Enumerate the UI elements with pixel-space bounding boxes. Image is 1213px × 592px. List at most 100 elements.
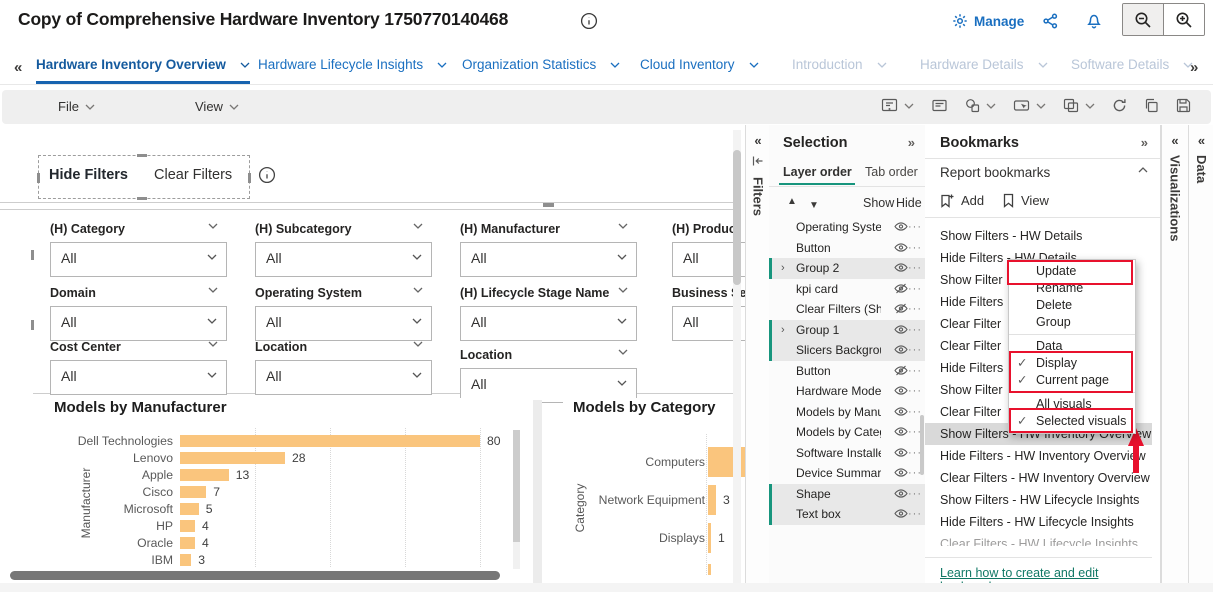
chevron-down-icon[interactable] <box>617 254 627 260</box>
slicer-dropdown[interactable]: All <box>255 360 432 395</box>
visibility-eye-slash-icon[interactable] <box>894 303 908 314</box>
slicer-dropdown[interactable]: All <box>50 242 227 277</box>
chevron-down-icon[interactable] <box>413 287 423 293</box>
selection-handle[interactable] <box>248 173 251 183</box>
more-options-icon[interactable]: ··· <box>908 217 922 238</box>
selection-list-item[interactable]: Operating System Su...··· <box>769 217 925 238</box>
tab-organization-statistics[interactable]: Organization Statistics <box>462 57 620 81</box>
bar[interactable] <box>180 435 480 447</box>
selection-list-item[interactable]: Shape··· <box>769 484 925 505</box>
slicer-header[interactable]: (H) Manufacturer <box>460 222 560 236</box>
collapse-selection-icon[interactable]: » <box>908 135 915 150</box>
hide-filters-button[interactable]: Hide Filters <box>49 167 128 183</box>
selection-handle[interactable] <box>37 173 40 183</box>
selection-list-item[interactable]: Device Summary··· <box>769 463 925 484</box>
buttons-icon-button[interactable] <box>1013 98 1046 113</box>
more-options-icon[interactable]: ··· <box>908 238 922 259</box>
bar[interactable] <box>708 485 716 515</box>
selection-list-item[interactable]: kpi card··· <box>769 279 925 300</box>
chevron-down-icon[interactable] <box>617 318 627 324</box>
info-icon[interactable] <box>258 166 276 184</box>
chevron-down-icon[interactable] <box>413 341 423 347</box>
models-by-category-chart[interactable]: Models by CategoryComputersNetwork Equip… <box>563 398 745 575</box>
visualizations-rail-label[interactable]: Visualizations <box>1168 155 1183 241</box>
menu-item-rename[interactable]: Rename <box>1009 280 1135 297</box>
chevron-down-icon[interactable] <box>877 62 887 68</box>
report-view-icon-button[interactable] <box>881 98 914 113</box>
canvas-vertical-scrollbar-thumb[interactable] <box>733 150 741 285</box>
more-options-icon[interactable]: ··· <box>908 340 922 361</box>
models-by-manufacturer-chart[interactable]: Models by ManufacturerDell Technologies8… <box>40 398 533 575</box>
chevron-down-icon[interactable] <box>437 62 447 68</box>
slicer-header[interactable]: Location <box>255 340 307 354</box>
slicer-dropdown[interactable]: All <box>460 242 637 277</box>
report-bookmarks-section[interactable]: Report bookmarks <box>940 165 1050 180</box>
chevron-down-icon[interactable] <box>618 349 628 355</box>
slicer-header[interactable]: (H) Product <box>672 222 740 236</box>
open-pane-icon[interactable] <box>752 155 764 167</box>
slicer-header[interactable]: (H) Subcategory <box>255 222 352 236</box>
selection-handle[interactable] <box>137 154 147 157</box>
visibility-eye-icon[interactable] <box>894 324 908 335</box>
add-bookmark-button[interactable]: Add <box>940 193 984 208</box>
slicer-header[interactable]: Domain <box>50 286 96 300</box>
shapes-icon-button[interactable] <box>965 98 996 113</box>
visibility-eye-icon[interactable] <box>894 221 908 232</box>
visibility-eye-icon[interactable] <box>894 344 908 355</box>
visibility-eye-icon[interactable] <box>894 508 908 519</box>
bar[interactable] <box>180 537 195 549</box>
more-options-icon[interactable]: ··· <box>908 320 922 341</box>
zoom-out-button[interactable] <box>1123 4 1164 35</box>
chevron-down-icon[interactable] <box>207 254 217 260</box>
selection-list-item[interactable]: Button··· <box>769 238 925 259</box>
hide-all-button[interactable]: Hide <box>896 196 922 210</box>
visibility-eye-icon[interactable] <box>894 426 908 437</box>
move-layer-down-icon[interactable]: ▼ <box>809 200 819 211</box>
selection-list-item[interactable]: Models by Manufact...··· <box>769 402 925 423</box>
selection-handle[interactable] <box>137 197 147 200</box>
selection-list-item[interactable]: Clear Filters (Show)··· <box>769 299 925 320</box>
tab-hardware-inventory-overview[interactable]: Hardware Inventory Overview <box>36 57 250 84</box>
canvas-horizontal-scrollbar[interactable] <box>10 571 500 580</box>
bookmark-item[interactable]: Show Filters - HW Lifecycle Insights <box>925 489 1152 511</box>
chevron-down-icon[interactable] <box>412 254 422 260</box>
chart-scrollbar-thumb[interactable] <box>513 430 520 542</box>
slicer-header[interactable]: (H) Category <box>50 222 125 236</box>
selection-scrollbar-thumb[interactable] <box>920 415 924 475</box>
clear-filters-button[interactable]: Clear Filters <box>154 167 232 183</box>
selection-list-item[interactable]: ›Group 2··· <box>769 258 925 279</box>
bar[interactable] <box>180 486 206 498</box>
slicer-header[interactable]: (H) Lifecycle Stage Name <box>460 286 609 300</box>
data-rail-label[interactable]: Data <box>1194 155 1209 183</box>
refresh-icon-button[interactable] <box>1112 98 1127 113</box>
tabs-scroll-right-icon[interactable]: » <box>1190 59 1198 76</box>
manage-button[interactable]: Manage <box>952 13 1024 29</box>
notifications-bell-icon[interactable] <box>1086 12 1102 29</box>
visibility-eye-slash-icon[interactable] <box>894 365 908 376</box>
selection-list-item[interactable]: ›Group 1··· <box>769 320 925 341</box>
slicer-dropdown[interactable]: All <box>50 306 227 341</box>
menu-item-selected-visuals[interactable]: ✓Selected visuals <box>1009 413 1135 430</box>
file-menu[interactable]: File <box>58 99 95 114</box>
chevron-down-icon[interactable] <box>207 318 217 324</box>
chevron-down-icon[interactable] <box>610 62 620 68</box>
more-options-icon[interactable]: ··· <box>908 484 922 505</box>
filters-rail-label[interactable]: Filters <box>751 177 766 216</box>
tab-tab-order[interactable]: Tab order <box>865 165 918 179</box>
menu-item-display[interactable]: ✓Display <box>1009 355 1135 372</box>
expand-group-icon[interactable]: › <box>781 320 785 341</box>
bar[interactable] <box>180 452 285 464</box>
slicer-header[interactable]: Operating System <box>255 286 362 300</box>
menu-item-all-visuals[interactable]: All visuals <box>1009 396 1135 413</box>
visibility-eye-icon[interactable] <box>894 406 908 417</box>
tab-software-details[interactable]: Software Details <box>1071 57 1193 81</box>
visibility-eye-icon[interactable] <box>894 488 908 499</box>
chevron-down-icon[interactable] <box>618 223 628 229</box>
bookmark-item[interactable]: Hide Filters - HW Inventory Overview <box>925 445 1152 467</box>
slicer-dropdown[interactable]: All <box>50 360 227 395</box>
chevron-down-icon[interactable] <box>412 372 422 378</box>
view-bookmarks-button[interactable]: View <box>1002 193 1049 208</box>
selection-list-item[interactable]: Slicers Background Te...··· <box>769 340 925 361</box>
tab-introduction[interactable]: Introduction <box>792 57 887 81</box>
chevron-down-icon[interactable] <box>208 341 218 347</box>
